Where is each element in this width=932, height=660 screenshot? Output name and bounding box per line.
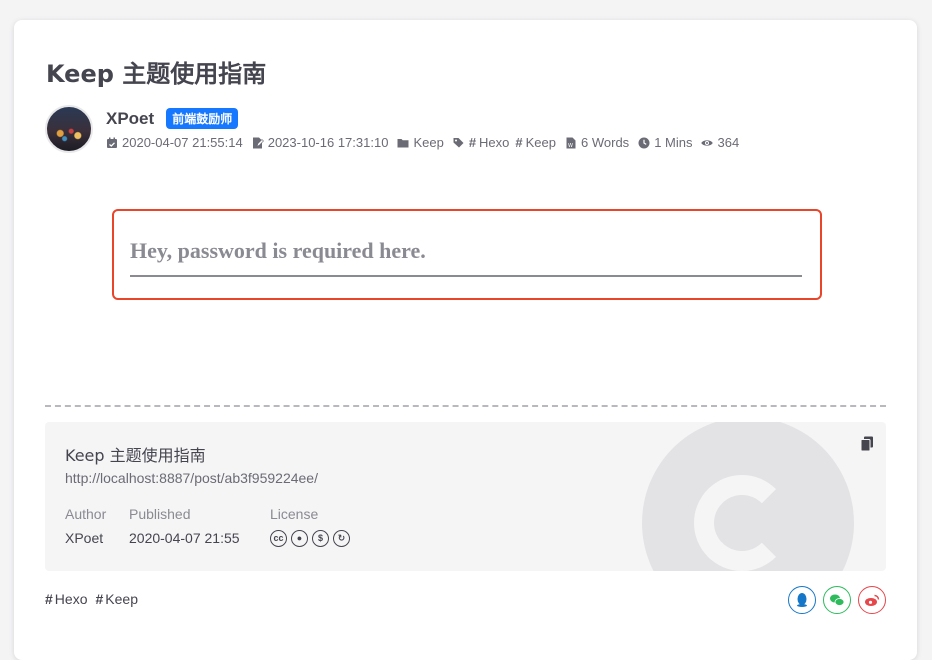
meta-updated: 2023-10-16 17:31:10 (252, 135, 389, 150)
cc-icon: cc (270, 530, 287, 547)
footer-tag-keep[interactable]: # Keep (95, 591, 138, 607)
copyright-author: Author XPoet (65, 506, 106, 546)
meta-tag-keep[interactable]: # Keep (515, 135, 556, 150)
author-badge: 前端鼓励师 (166, 108, 239, 129)
meta-words: W 6 Words (565, 135, 629, 150)
copyright-author-label: Author (65, 506, 107, 522)
password-input[interactable] (130, 233, 802, 277)
eye-icon (701, 137, 714, 149)
meta-updated-text: 2023-10-16 17:31:10 (267, 135, 389, 150)
footer-tags: # Hexo # Keep (45, 591, 146, 607)
file-edit-icon (252, 137, 264, 149)
avatar[interactable] (45, 105, 93, 153)
meta-created: 2020-04-07 21:55:14 (106, 135, 243, 150)
qq-icon (797, 593, 807, 607)
cc-by-icon: ● (291, 530, 308, 547)
copyright-author-value: XPoet (65, 530, 104, 546)
weibo-icon (865, 594, 880, 606)
copyright-published: Published 2020-04-07 21:55 (129, 506, 240, 546)
cc-nc-icon: $ (312, 530, 329, 547)
meta-created-text: 2020-04-07 21:55:14 (122, 135, 243, 150)
copy-icon[interactable] (860, 436, 874, 452)
meta-category[interactable]: Keep (397, 135, 444, 150)
meta-read-time-text: 1 Mins (654, 135, 693, 150)
post-meta: 2020-04-07 21:55:14 2023-10-16 17:31:10 … (106, 135, 748, 150)
svg-text:W: W (568, 143, 573, 149)
file-word-icon: W (565, 137, 577, 149)
meta-tag-hexo[interactable]: # Hexo (469, 135, 510, 150)
meta-words-text: 6 Words (581, 135, 630, 150)
copyright-watermark-icon (642, 422, 854, 571)
post-card: Keep 主题使用指南 XPoet 前端鼓励师 2020-04-07 21:55… (14, 20, 917, 660)
copyright-link[interactable]: http://localhost:8887/post/ab3f959224ee/ (65, 470, 318, 486)
copyright-card: Keep 主题使用指南 http://localhost:8887/post/a… (45, 422, 886, 571)
page-title: Keep 主题使用指南 (46, 60, 267, 88)
password-box (112, 209, 822, 300)
copyright-published-value: 2020-04-07 21:55 (129, 530, 240, 546)
meta-views-text: 364 (717, 135, 740, 150)
copyright-license: License cc ● $ ↻ (270, 506, 354, 547)
folder-icon (397, 137, 409, 149)
clock-icon (638, 137, 650, 149)
divider (45, 405, 886, 407)
meta-tags: # Hexo # Keep (453, 135, 556, 150)
copyright-published-label: Published (129, 506, 191, 522)
wechat-icon (830, 594, 845, 606)
meta-category-text[interactable]: Keep (413, 135, 443, 150)
footer-tag-hexo[interactable]: # Hexo (45, 591, 87, 607)
author-row: XPoet 前端鼓励师 (106, 108, 239, 129)
share-wechat-button[interactable] (823, 586, 851, 614)
meta-read-time: 1 Mins (638, 135, 692, 150)
calendar-icon (106, 137, 118, 149)
license-icons[interactable]: cc ● $ ↻ (270, 530, 354, 547)
author-name[interactable]: XPoet (106, 109, 154, 129)
tags-icon (453, 137, 465, 149)
share-weibo-button[interactable] (858, 586, 886, 614)
copyright-title: Keep 主题使用指南 (65, 446, 206, 465)
cc-sa-icon: ↻ (333, 530, 350, 547)
copyright-license-label: License (270, 506, 319, 522)
share-qq-button[interactable] (788, 586, 816, 614)
meta-views: 364 (701, 135, 739, 150)
